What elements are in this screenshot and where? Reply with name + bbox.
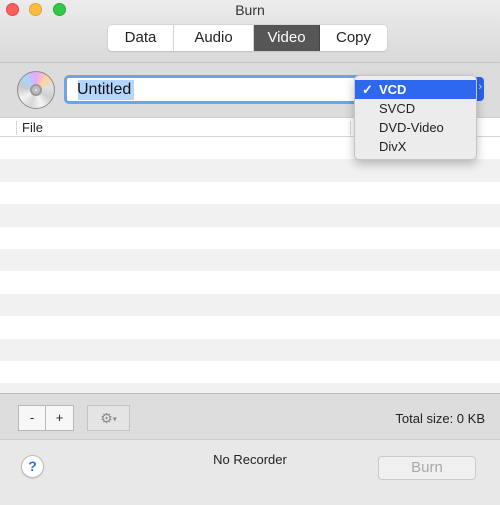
menu-item-dvd-video[interactable]: DVD-Video: [355, 118, 476, 137]
table-row-empty: [0, 293, 500, 317]
remove-file-button[interactable]: -: [18, 405, 46, 431]
add-file-button[interactable]: +: [46, 405, 74, 431]
menu-item-label: VCD: [379, 82, 407, 97]
cd-disc-icon: [17, 71, 55, 109]
tab-audio[interactable]: Audio: [174, 25, 254, 51]
table-row-empty: [0, 181, 500, 205]
total-size-label: Total size: 0 KB: [395, 411, 485, 426]
chevron-updown-icon: ›: [478, 81, 482, 93]
column-separator[interactable]: [350, 121, 351, 135]
mode-segmented-control: Data Audio Video Copy: [108, 25, 387, 51]
tab-data[interactable]: Data: [108, 25, 174, 51]
menu-item-label: DivX: [379, 139, 407, 154]
menu-item-vcd[interactable]: ✓ VCD: [355, 80, 476, 99]
table-row-empty: [0, 383, 500, 393]
gear-icon: ⚙: [100, 410, 113, 426]
checkmark-icon: ✓: [362, 82, 373, 97]
table-row-empty: [0, 338, 500, 361]
menu-item-label: SVCD: [379, 101, 416, 116]
table-row-empty: [0, 248, 500, 272]
file-list[interactable]: [0, 137, 500, 393]
table-row-empty: [0, 271, 500, 294]
disc-hub: [30, 84, 42, 96]
table-row-empty: [0, 159, 500, 182]
title-bar: Burn Data Audio Video Copy: [0, 0, 500, 62]
table-row-empty: [0, 226, 500, 249]
column-separator[interactable]: [16, 121, 17, 135]
bottom-bar: ? No Recorder Burn: [0, 440, 500, 505]
burn-button[interactable]: Burn: [378, 456, 476, 480]
format-dropdown-menu: ✓ VCD SVCD DVD-Video DivX: [354, 75, 477, 160]
tab-video[interactable]: Video: [254, 25, 320, 51]
tab-copy[interactable]: Copy: [320, 25, 387, 51]
table-row-empty: [0, 204, 500, 227]
menu-item-label: DVD-Video: [379, 120, 444, 135]
column-header-file[interactable]: File: [22, 120, 43, 135]
table-row-empty: [0, 316, 500, 339]
window-title: Burn: [235, 2, 265, 18]
menu-item-svcd[interactable]: SVCD: [355, 99, 476, 118]
add-remove-group: - +: [18, 405, 74, 431]
disc-name-field[interactable]: [64, 75, 364, 104]
menu-item-divx[interactable]: DivX: [355, 137, 476, 156]
caret-down-icon: ▾: [112, 414, 117, 424]
action-menu-button[interactable]: ⚙▾: [87, 405, 130, 431]
table-row-empty: [0, 360, 500, 384]
list-toolbar: - + ⚙▾ Total size: 0 KB: [0, 393, 500, 440]
disc-name-input[interactable]: [77, 80, 347, 100]
